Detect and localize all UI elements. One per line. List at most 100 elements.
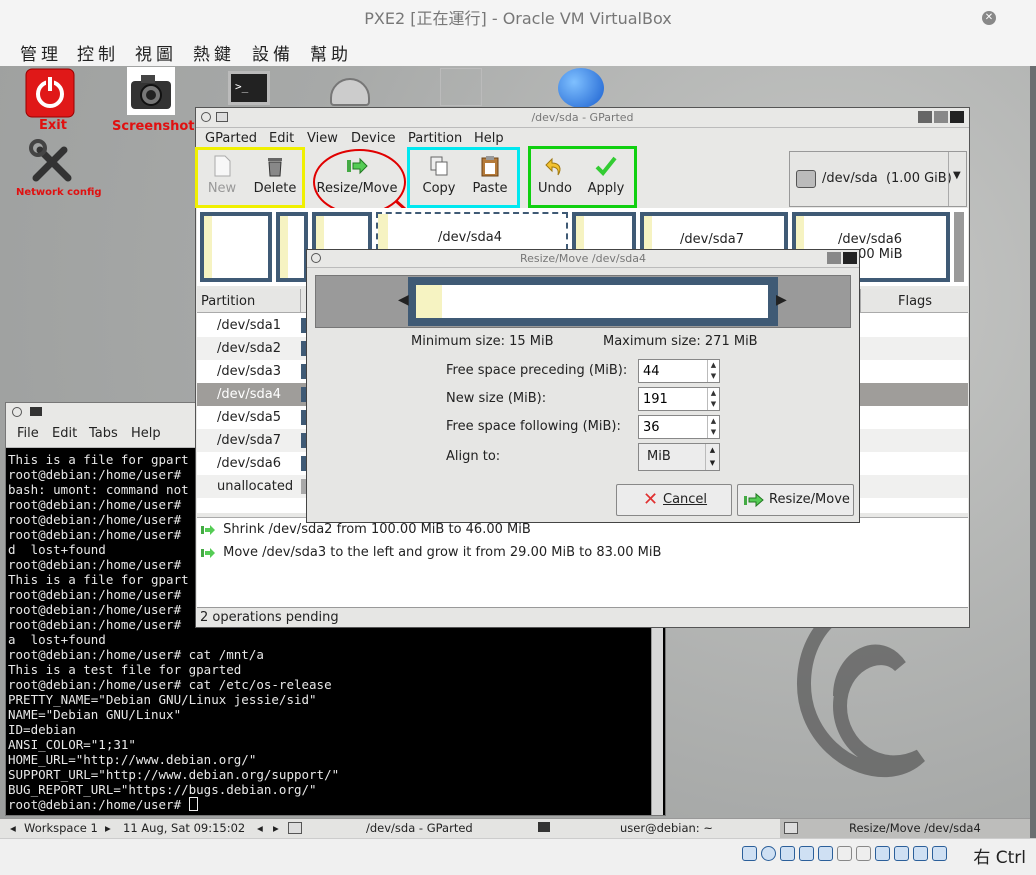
close-button[interactable]	[843, 252, 857, 264]
vbox-menu-devices[interactable]: 設備	[252, 40, 294, 65]
free-space-following-spinner[interactable]: ▲▼	[638, 415, 720, 439]
network-status-icon[interactable]	[799, 846, 814, 861]
free-space-preceding-label: Free space preceding (MiB):	[446, 363, 628, 378]
minimize-button[interactable]	[918, 111, 932, 123]
task-prev-icon[interactable]: ◂	[257, 819, 263, 838]
free-space-preceding-input[interactable]	[639, 360, 709, 382]
menu-help[interactable]: Help	[474, 131, 504, 146]
network-config-shortcut[interactable]: Network config	[16, 138, 102, 198]
dialog-task-icon	[784, 822, 798, 834]
menu-partition[interactable]: Partition	[408, 131, 462, 146]
vbox-window-title: PXE2 [正在運行] - Oracle VM VirtualBox	[364, 9, 672, 28]
operation-item[interactable]: Move /dev/sda3 to the left and grow it f…	[201, 545, 661, 560]
partition-block-sda2[interactable]	[276, 212, 308, 282]
maximum-size-label: Maximum size: 271 MiB	[603, 334, 758, 349]
resize-left-handle-icon[interactable]: ◀	[398, 292, 409, 308]
blank-shortcut-icon[interactable]	[440, 68, 482, 106]
window-menu-icon[interactable]	[311, 253, 321, 263]
harddisk-status-icon[interactable]	[742, 846, 757, 861]
operation-item[interactable]: Shrink /dev/sda2 from 100.00 MiB to 46.0…	[201, 522, 531, 537]
resize-arrow-icon	[201, 524, 215, 535]
window-menu-icon[interactable]	[12, 407, 22, 417]
new-size-spinner[interactable]: ▲▼	[638, 387, 720, 411]
workspace-next-icon[interactable]: ▸	[105, 819, 111, 838]
usb-status-icon[interactable]	[818, 846, 833, 861]
spin-arrows-icon[interactable]: ▲ ▼	[707, 388, 719, 410]
menu-view[interactable]: View	[307, 131, 338, 146]
terminal-line: HOME_URL="http://www.debian.org/"	[8, 752, 257, 767]
terminal-line: SUPPORT_URL="http://www.debian.org/suppo…	[8, 767, 340, 782]
mouse-integration-status-icon[interactable]	[913, 846, 928, 861]
new-size-label: New size (MiB):	[446, 391, 547, 406]
screenshot-label: Screenshot	[112, 119, 195, 134]
menu-gparted[interactable]: GParted	[205, 131, 257, 146]
column-partition[interactable]: Partition	[201, 294, 255, 309]
terminal-shortcut-icon[interactable]: >_	[228, 71, 270, 105]
free-space-preceding-spinner[interactable]: ▲▼	[638, 359, 720, 383]
unallocated-block[interactable]	[954, 212, 964, 282]
workspace-label[interactable]: Workspace 1	[24, 819, 98, 838]
vbox-menubar: 管理 控制 視圖 熱鍵 設備 幫助	[0, 38, 1036, 66]
vbox-menu-view[interactable]: 視圖	[135, 40, 177, 65]
task-terminal[interactable]: user@debian: ~	[620, 819, 713, 838]
partition-name-cell: /dev/sda6	[217, 456, 281, 471]
highlight-undo-apply	[528, 146, 637, 208]
resize-move-confirm-button[interactable]: Resize/Move	[737, 484, 854, 516]
align-to-select[interactable]: MiB ▲ ▼	[638, 443, 720, 471]
vbox-menu-hotkeys[interactable]: 熱鍵	[193, 40, 235, 65]
terminal-menu-help[interactable]: Help	[131, 426, 161, 441]
close-icon[interactable]: ✕	[982, 11, 996, 25]
clock: 11 Aug, Sat 09:15:02	[123, 821, 246, 835]
menu-device[interactable]: Device	[351, 131, 395, 146]
cpu-status-icon[interactable]	[894, 846, 909, 861]
shared-folders-status-icon[interactable]	[837, 846, 852, 861]
terminal-menu-edit[interactable]: Edit	[52, 426, 77, 441]
terminal-line: ID=debian	[8, 722, 76, 737]
exit-shortcut[interactable]: Exit	[25, 68, 75, 133]
harddisk-icon	[796, 170, 816, 188]
vbox-menu-control[interactable]: 控制	[77, 40, 119, 65]
workspace-prev-icon[interactable]: ◂	[10, 819, 16, 838]
terminal-menu-file[interactable]: File	[17, 426, 39, 441]
video-capture-status-icon[interactable]	[875, 846, 890, 861]
task-resize-dialog[interactable]: Resize/Move /dev/sda4	[849, 819, 981, 838]
vbox-menu-machine[interactable]: 管理	[20, 40, 62, 65]
cancel-button[interactable]: ✕ Cancel	[616, 484, 732, 516]
cancel-x-icon: ✕	[643, 489, 659, 510]
device-selector[interactable]: /dev/sda (1.00 GiB) ▼	[789, 151, 967, 207]
column-flags[interactable]: Flags	[898, 294, 932, 309]
dialog-titlebar: Resize/Move /dev/sda4	[307, 250, 859, 268]
free-space-following-input[interactable]	[639, 416, 709, 438]
resizer-partition[interactable]	[408, 277, 778, 326]
menu-edit[interactable]: Edit	[269, 131, 294, 146]
close-button[interactable]	[950, 111, 964, 123]
new-size-input[interactable]	[639, 388, 709, 410]
partition-block-sda6-label: /dev/sda6	[838, 232, 902, 247]
partition-name-cell: unallocated	[217, 479, 294, 494]
terminal-menu-tabs[interactable]: Tabs	[89, 426, 118, 441]
terminal-line: ANSI_COLOR="1;31"	[8, 737, 136, 752]
spin-arrows-icon[interactable]: ▲ ▼	[707, 416, 719, 438]
terminal-line: root@debian:/home/user# cat /mnt/a	[8, 647, 264, 662]
screenshot-shortcut[interactable]: Screenshot	[112, 67, 195, 134]
terminal-line: root@debian:/home/user#	[8, 797, 648, 812]
audio-status-icon[interactable]	[780, 846, 795, 861]
maximize-button[interactable]	[934, 111, 948, 123]
keyboard-status-icon[interactable]	[932, 846, 947, 861]
align-to-label: Align to:	[446, 449, 501, 464]
terminal-scrollbar[interactable]	[651, 625, 663, 815]
task-gparted[interactable]: /dev/sda - GParted	[366, 819, 473, 838]
window-menu-icon[interactable]	[201, 112, 211, 122]
globe-icon[interactable]	[558, 68, 604, 108]
guest-taskbar: ◂ Workspace 1 ▸ 11 Aug, Sat 09:15:02 ◂ ▸…	[0, 818, 1030, 838]
optical-drive-status-icon[interactable]	[761, 846, 776, 861]
resize-right-handle-icon[interactable]: ▶	[776, 292, 787, 308]
maximize-button[interactable]	[827, 252, 841, 264]
terminal-line: BUG_REPORT_URL="https://bugs.debian.org/…	[8, 782, 317, 797]
spin-arrows-icon[interactable]: ▲ ▼	[707, 360, 719, 382]
display-status-icon[interactable]	[856, 846, 871, 861]
gparted-app-icon	[216, 112, 228, 122]
vbox-menu-help[interactable]: 幫助	[310, 40, 352, 65]
partition-block-sda1[interactable]	[200, 212, 272, 282]
task-next-icon[interactable]: ▸	[273, 819, 279, 838]
